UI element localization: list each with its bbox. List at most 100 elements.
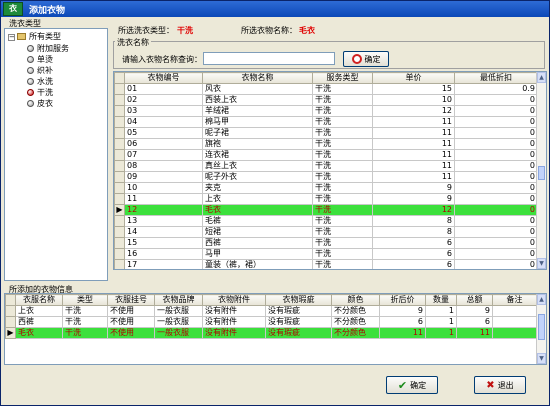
table-row[interactable]: ▶ 毛衣 干洗 不使用 一般衣服 没有附件 没有瑕疵 不分颜色 11 1 11 bbox=[5, 327, 537, 339]
row-indicator[interactable] bbox=[114, 105, 125, 117]
scroll-thumb[interactable] bbox=[538, 314, 545, 340]
table-cell: 1 bbox=[425, 327, 457, 339]
table-row[interactable]: 02 西装上衣 干洗 10 0 bbox=[114, 94, 538, 106]
tree-item[interactable]: 织补 bbox=[27, 65, 53, 76]
table-row[interactable]: 16 马甲 干洗 6 0 bbox=[114, 248, 538, 260]
app-icon: 衣 bbox=[3, 2, 23, 16]
row-indicator[interactable] bbox=[114, 138, 125, 150]
row-indicator[interactable] bbox=[5, 305, 16, 317]
clothes-table: 衣物编号 衣物名称 服务类型 单价 最低折扣 01 风衣 干洗 15 0.9 02 西装上衣 干洗 10… bbox=[114, 72, 538, 269]
column-header[interactable]: 备注 bbox=[492, 294, 537, 306]
table-row[interactable]: 西裤 干洗 不使用 一般衣服 没有附件 没有瑕疵 不分颜色 6 1 6 bbox=[5, 316, 537, 328]
table-row[interactable]: ▶ 12 毛衣 干洗 12 0 bbox=[114, 204, 538, 216]
table-cell: 短裙 bbox=[202, 226, 313, 238]
row-indicator[interactable] bbox=[114, 116, 125, 128]
clothes-grid[interactable]: 衣物编号 衣物名称 服务类型 单价 最低折扣 01 风衣 干洗 15 0.9 02 西装上衣 干洗 10… bbox=[113, 71, 547, 270]
table-cell: 12 bbox=[124, 204, 203, 216]
table-cell: 没有瑕疵 bbox=[265, 327, 332, 339]
scroll-thumb[interactable] bbox=[538, 166, 545, 180]
row-indicator[interactable] bbox=[114, 83, 125, 95]
tree-item-label: 水洗 bbox=[37, 77, 53, 86]
row-indicator[interactable] bbox=[5, 316, 16, 328]
column-header[interactable]: 折后价 bbox=[379, 294, 426, 306]
title-bar[interactable]: 衣 添加衣物 bbox=[1, 1, 549, 17]
table-row[interactable]: 15 西裤 干洗 6 0 bbox=[114, 237, 538, 249]
column-header[interactable]: 衣物品牌 bbox=[154, 294, 203, 306]
exit-button[interactable]: ✖ 退出 bbox=[474, 376, 526, 394]
row-indicator[interactable]: ▶ bbox=[5, 327, 16, 339]
ok-button[interactable]: ✔ 确定 bbox=[386, 376, 438, 394]
table-cell: 15 bbox=[124, 237, 203, 249]
column-header[interactable]: 衣物瑕疵 bbox=[265, 294, 332, 306]
table-row[interactable]: 13 毛裤 干洗 8 0 bbox=[114, 215, 538, 227]
table-row[interactable]: 03 羊绒裙 干洗 12 0 bbox=[114, 105, 538, 117]
column-header[interactable]: 数量 bbox=[425, 294, 457, 306]
table-row[interactable]: 07 连衣裙 干洗 11 0 bbox=[114, 149, 538, 161]
table-row[interactable]: 08 真丝上衣 干洗 11 0 bbox=[114, 160, 538, 172]
tree-item[interactable]: 干洗 bbox=[27, 87, 53, 98]
column-header[interactable]: 类型 bbox=[62, 294, 108, 306]
table-row[interactable]: 17 童装（裤，裙） 干洗 6 0 bbox=[114, 259, 538, 269]
column-header[interactable]: 衣物编号 bbox=[124, 72, 203, 84]
tree-root[interactable]: − 所有类型 bbox=[8, 31, 61, 42]
clothes-scrollbar[interactable]: ▲ ▼ bbox=[536, 72, 546, 269]
tree-item[interactable]: 皮衣 bbox=[27, 98, 53, 109]
table-cell: 10 bbox=[372, 94, 455, 106]
row-indicator[interactable] bbox=[114, 182, 125, 194]
row-indicator[interactable] bbox=[114, 171, 125, 183]
scroll-down-icon[interactable]: ▼ bbox=[537, 353, 546, 364]
column-header[interactable]: 衣物附件 bbox=[202, 294, 266, 306]
column-header[interactable]: 单价 bbox=[372, 72, 455, 84]
column-header[interactable]: 颜色 bbox=[331, 294, 380, 306]
tree-item-label: 织补 bbox=[37, 66, 53, 75]
row-indicator[interactable]: ▶ bbox=[114, 204, 125, 216]
row-indicator[interactable] bbox=[114, 160, 125, 172]
row-indicator[interactable] bbox=[114, 237, 125, 249]
column-header[interactable]: 衣物名称 bbox=[202, 72, 313, 84]
added-grid[interactable]: 衣服名称 类型 衣服挂号 衣物品牌 衣物附件 衣物瑕疵 颜色 折后价 数量 总额 备注 上衣 干洗 不使… bbox=[4, 293, 547, 365]
tree-item[interactable]: 单烫 bbox=[27, 54, 53, 65]
table-row[interactable]: 06 旗袍 干洗 11 0 bbox=[114, 138, 538, 150]
table-cell: 一般衣服 bbox=[154, 305, 203, 317]
checkmark-icon: ✔ bbox=[397, 378, 408, 392]
table-cell: 呢子外衣 bbox=[202, 171, 313, 183]
table-row[interactable]: 09 呢子外衣 干洗 11 0 bbox=[114, 171, 538, 183]
laundry-type-tree[interactable]: − 所有类型 附加服务 单烫 织补水洗 干洗 皮衣 bbox=[4, 28, 108, 281]
table-row[interactable]: 01 风衣 干洗 15 0.9 bbox=[114, 83, 538, 95]
search-input[interactable] bbox=[203, 52, 335, 65]
row-indicator[interactable] bbox=[114, 94, 125, 106]
column-header[interactable]: 衣服挂号 bbox=[107, 294, 155, 306]
table-cell: 6 bbox=[372, 259, 455, 269]
target-icon bbox=[351, 54, 362, 64]
tree-item-label: 附加服务 bbox=[37, 44, 69, 53]
scroll-up-icon[interactable]: ▲ bbox=[537, 72, 546, 83]
row-indicator[interactable] bbox=[114, 149, 125, 161]
tree-item[interactable]: 水洗 bbox=[27, 76, 53, 87]
table-row[interactable]: 14 短裙 干洗 8 0 bbox=[114, 226, 538, 238]
row-indicator[interactable] bbox=[114, 259, 125, 269]
scroll-up-icon[interactable]: ▲ bbox=[537, 294, 546, 305]
column-header[interactable]: 服务类型 bbox=[312, 72, 373, 84]
added-scrollbar[interactable]: ▲ ▼ bbox=[536, 294, 546, 364]
row-indicator[interactable] bbox=[114, 248, 125, 260]
table-row[interactable]: 04 棉马甲 干洗 11 0 bbox=[114, 116, 538, 128]
tree-item[interactable]: 附加服务 bbox=[27, 43, 69, 54]
row-indicator[interactable] bbox=[114, 127, 125, 139]
table-row[interactable]: 05 呢子裙 干洗 11 0 bbox=[114, 127, 538, 139]
table-cell: 0 bbox=[454, 149, 538, 161]
table-row[interactable]: 11 上衣 干洗 9 0 bbox=[114, 193, 538, 205]
row-indicator[interactable] bbox=[114, 215, 125, 227]
table-cell: 1 bbox=[425, 305, 457, 317]
column-header[interactable]: 最低折扣 bbox=[454, 72, 538, 84]
column-header[interactable]: 衣服名称 bbox=[15, 294, 63, 306]
table-row[interactable]: 上衣 干洗 不使用 一般衣服 没有附件 没有瑕疵 不分颜色 9 1 9 bbox=[5, 305, 537, 317]
column-header[interactable]: 总额 bbox=[456, 294, 493, 306]
table-cell: 12 bbox=[372, 204, 455, 216]
search-confirm-label: 确定 bbox=[364, 54, 381, 64]
scroll-down-icon[interactable]: ▼ bbox=[537, 258, 546, 269]
search-confirm-button[interactable]: 确定 bbox=[343, 51, 389, 67]
row-indicator[interactable] bbox=[114, 226, 125, 238]
table-row[interactable]: 10 夹克 干洗 9 0 bbox=[114, 182, 538, 194]
row-indicator[interactable] bbox=[114, 193, 125, 205]
collapse-icon[interactable]: − bbox=[8, 34, 15, 41]
